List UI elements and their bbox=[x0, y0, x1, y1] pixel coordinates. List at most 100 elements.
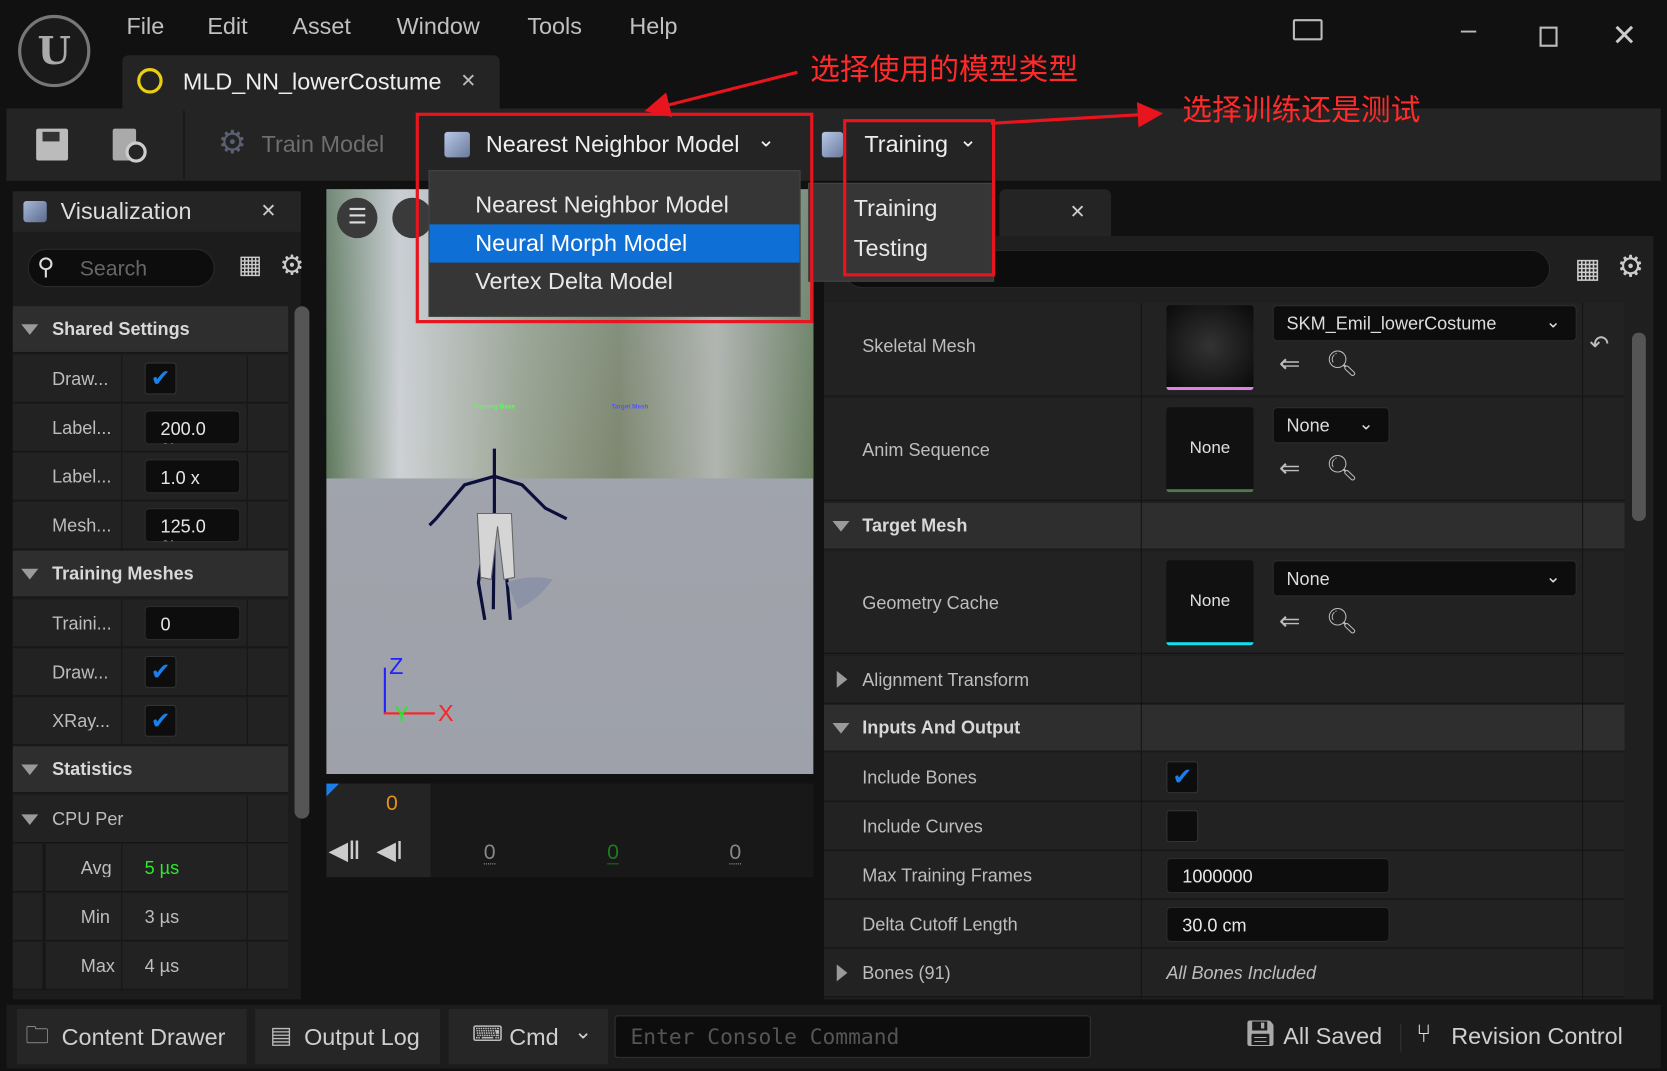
table-icon[interactable]: ▦ bbox=[1575, 254, 1601, 282]
property-input[interactable]: 1.0 x bbox=[144, 459, 241, 494]
stat-value: 4 µs bbox=[144, 955, 180, 977]
cpu-performance-row[interactable]: CPU Per bbox=[12, 795, 289, 844]
include-bones-checkbox[interactable]: ✔ bbox=[1166, 761, 1199, 794]
use-selected-icon[interactable]: ⇐ bbox=[1279, 456, 1300, 482]
property-row: Label... 200.0 cı bbox=[12, 404, 289, 452]
geometry-cache-dropdown[interactable]: None ⌄ bbox=[1272, 560, 1577, 597]
bones-row[interactable]: Bones (91) All Bones Included bbox=[823, 949, 1625, 998]
arrow-mode bbox=[990, 102, 1164, 128]
geometry-cache-thumbnail[interactable]: None bbox=[1166, 560, 1254, 646]
anim-sequence-row: Anim Sequence None None ⌄ ⇐ 🔍︎ bbox=[823, 398, 1625, 501]
max-training-frames-row: Max Training Frames 1000000 bbox=[823, 851, 1625, 900]
skeletal-mesh-dropdown[interactable]: SKM_Emil_lowerCostume ⌄ bbox=[1272, 305, 1577, 342]
current-frame[interactable]: 0 bbox=[386, 793, 398, 814]
table-icon[interactable]: ▦ bbox=[238, 253, 262, 279]
inputs-output-section[interactable]: Inputs And Output bbox=[823, 704, 1625, 752]
include-curves-checkbox[interactable] bbox=[1166, 810, 1199, 843]
section-title: Inputs And Output bbox=[862, 717, 1021, 738]
all-saved-button[interactable]: All Saved bbox=[1283, 1024, 1382, 1048]
use-selected-icon[interactable]: ⇐ bbox=[1279, 609, 1300, 635]
property-label: Draw... bbox=[52, 369, 109, 389]
revision-control-button[interactable]: Revision Control bbox=[1451, 1024, 1623, 1048]
log-icon: ▤ bbox=[270, 1021, 293, 1049]
range-end[interactable]: 0 bbox=[729, 842, 742, 865]
property-row: Traini... 0 bbox=[12, 599, 289, 648]
cmd-dropdown[interactable]: ⌨ Cmd ⌄ bbox=[448, 1008, 609, 1065]
settings-icon[interactable]: ⚙ bbox=[280, 251, 305, 279]
search-placeholder: Search bbox=[79, 257, 148, 281]
section-title: Target Mesh bbox=[862, 515, 968, 536]
property-checkbox[interactable]: ✔ bbox=[144, 362, 177, 395]
include-bones-row: Include Bones ✔ bbox=[823, 753, 1625, 802]
model-annotation-text: 选择使用的模型类型 bbox=[810, 52, 1079, 88]
reset-to-default-icon[interactable]: ↶ bbox=[1589, 332, 1609, 356]
property-row: Min 3 µs bbox=[12, 893, 289, 941]
skeletal-mesh-label: Skeletal Mesh bbox=[862, 335, 976, 357]
collapse-icon bbox=[21, 814, 39, 826]
property-checkbox[interactable]: ✔ bbox=[144, 704, 177, 737]
max-training-frames-label: Max Training Frames bbox=[862, 865, 1033, 886]
collapse-icon bbox=[21, 568, 39, 580]
collapse-icon bbox=[21, 764, 39, 776]
section-shared-settings[interactable]: Shared Settings bbox=[12, 306, 289, 353]
property-checkbox[interactable]: ✔ bbox=[144, 655, 177, 688]
terminal-icon: ⌨ bbox=[472, 1022, 503, 1047]
browse-asset-icon[interactable]: 🔍︎ bbox=[1326, 456, 1358, 482]
axis-x-label: X bbox=[438, 699, 454, 727]
property-label: Draw... bbox=[52, 663, 109, 682]
property-row: Draw... ✔ bbox=[12, 355, 289, 403]
property-input[interactable]: 200.0 cı bbox=[144, 410, 241, 445]
settings-icon[interactable]: ⚙ bbox=[1617, 251, 1644, 282]
anim-sequence-thumbnail[interactable]: None bbox=[1166, 407, 1254, 493]
content-drawer-button[interactable]: 🗀 Content Drawer bbox=[17, 1008, 247, 1065]
range-start[interactable]: 0 bbox=[483, 842, 496, 865]
bones-value: All Bones Included bbox=[1166, 963, 1317, 984]
section-title: Training Meshes bbox=[52, 563, 194, 584]
scrollbar[interactable] bbox=[294, 306, 310, 819]
browse-asset-icon[interactable]: 🔍︎ bbox=[1326, 609, 1358, 635]
console-input[interactable]: Enter Console Command bbox=[614, 1015, 1091, 1058]
section-title: Shared Settings bbox=[52, 318, 190, 340]
property-label: Mesh... bbox=[52, 516, 112, 535]
arrow-model bbox=[644, 70, 798, 118]
property-input[interactable]: 125.0 cı bbox=[144, 508, 241, 543]
include-curves-row: Include Curves bbox=[823, 802, 1625, 851]
property-row: Mesh... 125.0 cı bbox=[12, 501, 289, 550]
alignment-transform-row[interactable]: Alignment Transform bbox=[823, 655, 1625, 704]
stat-value: 5 µs bbox=[144, 858, 180, 879]
skeletal-mesh-thumbnail[interactable] bbox=[1166, 305, 1254, 391]
property-label: CPU Per bbox=[52, 809, 124, 830]
step-back-button[interactable]: ◀I bbox=[376, 838, 403, 865]
use-selected-icon[interactable]: ⇐ bbox=[1279, 351, 1300, 378]
search-input[interactable]: ⚲ Search bbox=[27, 248, 215, 288]
skip-to-start-button[interactable]: ◀Ⅱ bbox=[329, 838, 361, 865]
max-training-frames-input[interactable]: 1000000 bbox=[1166, 858, 1390, 894]
property-row: Label... 1.0 x bbox=[12, 452, 289, 501]
property-input[interactable]: 0 bbox=[144, 606, 241, 641]
scrollbar[interactable] bbox=[1632, 332, 1646, 521]
section-statistics[interactable]: Statistics bbox=[12, 746, 289, 794]
delta-cutoff-row: Delta Cutoff Length 30.0 cm bbox=[823, 900, 1625, 949]
chevron-down-icon: ⌄ bbox=[574, 1020, 592, 1045]
property-label: Avg bbox=[80, 859, 112, 878]
property-label: Max bbox=[80, 956, 115, 975]
browse-asset-icon[interactable]: 🔍︎ bbox=[1326, 351, 1358, 378]
delta-cutoff-label: Delta Cutoff Length bbox=[862, 914, 1018, 935]
property-row: Draw... ✔ bbox=[12, 648, 289, 697]
section-training-meshes[interactable]: Training Meshes bbox=[12, 550, 289, 598]
timeline: 0 ◀Ⅱ ◀I 0 0 0 bbox=[326, 783, 814, 878]
geometry-cache-label: Geometry Cache bbox=[862, 593, 999, 614]
axis-z-label: Z bbox=[389, 652, 404, 680]
visualization-panel: Visualization ✕ ⚲ Search ▦ ⚙ Shared Sett… bbox=[12, 191, 310, 1000]
anim-sequence-dropdown[interactable]: None ⌄ bbox=[1272, 407, 1390, 444]
target-mesh-section[interactable]: Target Mesh bbox=[823, 502, 1625, 550]
details-panel: ▦ ⚙ Skeletal Mesh SKM_Emil_lowerCostume ⌄… bbox=[823, 236, 1654, 1000]
axis-gizmo: Z Y X bbox=[383, 654, 458, 725]
axis-y-label: Y bbox=[394, 702, 409, 727]
delta-cutoff-input[interactable]: 30.0 cm bbox=[1166, 906, 1390, 942]
range-mid[interactable]: 0 bbox=[607, 842, 619, 865]
status-bar: 🗀 Content Drawer ▤ Output Log ⌨ Cmd ⌄ En… bbox=[6, 1004, 1661, 1069]
mode-annotation-text: 选择训练还是测试 bbox=[1182, 92, 1421, 128]
skeletal-mesh-row: Skeletal Mesh SKM_Emil_lowerCostume ⌄ ⇐ 🔍… bbox=[823, 303, 1625, 397]
output-log-button[interactable]: ▤ Output Log bbox=[255, 1008, 441, 1065]
